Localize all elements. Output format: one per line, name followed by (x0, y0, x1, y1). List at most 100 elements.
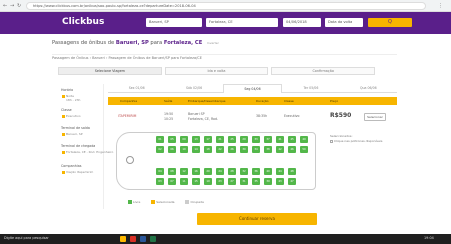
seat-button[interactable]: 14 (192, 146, 200, 153)
seat-button[interactable]: 50 (300, 146, 308, 153)
seat-button[interactable]: 42 (276, 146, 284, 153)
seat-button[interactable]: 27 (228, 178, 236, 185)
search-button[interactable]: Q (368, 18, 412, 27)
address-bar[interactable]: https://www.clickbus.com.br/onibus/sao-p… (26, 2, 426, 10)
seat-button[interactable]: 16 (192, 168, 200, 175)
back-arrow-icon[interactable]: ← (3, 3, 7, 9)
selection-hint: Clique nas poltronas disponíveis (330, 139, 382, 144)
seat-button[interactable]: 03 (156, 178, 164, 185)
step-round-trip[interactable]: Ida e volta (164, 67, 269, 75)
seat-button[interactable]: 17 (204, 136, 212, 143)
seat-button[interactable]: 06 (168, 146, 176, 153)
date-tab[interactable]: Sáb 02/06 (165, 84, 223, 93)
seat-button[interactable]: 09 (180, 136, 188, 143)
seat-button[interactable]: 35 (252, 178, 260, 185)
clickbus-logo[interactable]: Clickbus (62, 17, 104, 28)
seat-button[interactable]: 33 (252, 136, 260, 143)
browser-toolbar: ← → ↻ https://www.clickbus.com.br/onibus… (0, 0, 451, 12)
trip-result-row[interactable]: ITAPEMIRIM 19:50 10:25 Barueri SP Fortal… (108, 110, 397, 128)
column-header[interactable]: Classe (284, 97, 294, 105)
continue-booking-button[interactable]: Continuar reserva (197, 213, 317, 225)
select-trip-button[interactable]: Selecionar (364, 113, 386, 121)
seat-button[interactable]: 04 (156, 168, 164, 175)
departure-date-input[interactable]: 04/06/2018 (283, 18, 321, 27)
seat-button[interactable]: 40 (264, 168, 272, 175)
seat-button[interactable]: 15 (192, 178, 200, 185)
seat-button[interactable]: 36 (252, 168, 260, 175)
seat-button[interactable]: 23 (216, 178, 224, 185)
more-vert-icon[interactable]: ⋮ (438, 3, 443, 9)
seat-button[interactable]: 44 (276, 168, 284, 175)
origin-input[interactable]: Barueri, SP (146, 18, 202, 27)
seat-button[interactable]: 41 (276, 136, 284, 143)
column-header[interactable]: Companhia (120, 97, 137, 105)
forward-arrow-icon[interactable]: → (10, 3, 14, 9)
seat-button[interactable]: 30 (240, 146, 248, 153)
seat-button[interactable]: 08 (168, 168, 176, 175)
chrome-icon[interactable] (130, 236, 136, 242)
seat-button[interactable]: 46 (288, 146, 296, 153)
column-header[interactable]: Duração (256, 97, 269, 105)
breadcrumb[interactable]: Passagem de Ônibus › Barueri › Passagem … (52, 56, 202, 60)
seat-button[interactable]: 31 (240, 178, 248, 185)
seat-button[interactable]: 37 (264, 136, 272, 143)
column-header[interactable]: Embarque/Desembarque (188, 97, 225, 105)
folder-icon[interactable] (120, 236, 126, 242)
word-icon[interactable] (140, 236, 146, 242)
filter-option-itapemirim[interactable]: Viação Itapemirim (62, 170, 93, 174)
seat-button[interactable]: 39 (264, 178, 272, 185)
date-tab[interactable]: Sex 01/06 (108, 84, 166, 93)
seat-button[interactable]: 29 (240, 136, 248, 143)
seat-button[interactable]: 02 (156, 146, 164, 153)
excel-icon[interactable] (150, 236, 156, 242)
trip-price: R$590 (330, 112, 352, 119)
checkbox-icon[interactable] (330, 139, 333, 143)
checkbox-icon[interactable] (62, 114, 65, 118)
seat-button[interactable]: 45 (288, 136, 296, 143)
seat-button[interactable]: 34 (252, 146, 260, 153)
seat-button[interactable]: 20 (204, 168, 212, 175)
column-header[interactable]: Preço (330, 97, 338, 105)
seat-button[interactable]: 07 (168, 178, 176, 185)
checkbox-icon[interactable] (62, 150, 65, 154)
checkbox-icon[interactable] (62, 94, 65, 98)
date-tab-active[interactable]: Seg 04/06 (222, 84, 283, 93)
seat-button[interactable]: 43 (276, 178, 284, 185)
step-confirmation[interactable]: Confirmação (271, 67, 376, 75)
invert-route-link[interactable]: Inverter (207, 41, 219, 45)
seat-button[interactable]: 38 (264, 146, 272, 153)
checkbox-icon[interactable] (62, 132, 65, 136)
destination-input[interactable]: Fortaleza, CE (206, 18, 278, 27)
seat-button[interactable]: 05 (168, 136, 176, 143)
seat-button[interactable]: 22 (216, 146, 224, 153)
seat-button[interactable]: 24 (216, 168, 224, 175)
taskbar-search-text[interactable]: Digite aqui para pesquisar (4, 236, 49, 240)
seat-button[interactable]: 18 (204, 146, 212, 153)
checkbox-icon[interactable] (62, 170, 65, 174)
seat-button[interactable]: 11 (180, 178, 188, 185)
trip-class: Executivo (284, 114, 300, 118)
seat-button[interactable]: 28 (228, 168, 236, 175)
os-taskbar: Digite aqui para pesquisar 19:04 (0, 234, 451, 244)
filter-option-barueri[interactable]: Barueri, SP (62, 132, 83, 136)
seat-button[interactable]: 01 (156, 136, 164, 143)
filter-option-fortaleza[interactable]: Fortaleza, CE - Rod. Engenheiro (62, 150, 113, 154)
seat-button[interactable]: 12 (180, 168, 188, 175)
seat-button[interactable]: 26 (228, 146, 236, 153)
seat-button[interactable]: 13 (192, 136, 200, 143)
column-header[interactable]: Saída (164, 97, 172, 105)
seat-button[interactable]: 19 (204, 178, 212, 185)
seat-button[interactable]: 49 (300, 136, 308, 143)
seat-button[interactable]: 48 (288, 168, 296, 175)
seat-button[interactable]: 21 (216, 136, 224, 143)
filter-option-executivo[interactable]: Executivo (62, 114, 81, 118)
seat-button[interactable]: 32 (240, 168, 248, 175)
step-select-trip[interactable]: Selecione Viagem (58, 67, 162, 75)
seat-button[interactable]: 25 (228, 136, 236, 143)
reload-icon[interactable]: ↻ (17, 3, 21, 9)
date-tab[interactable]: Qua 06/06 (339, 84, 398, 93)
return-date-input[interactable]: Data da volta (325, 18, 363, 27)
seat-button[interactable]: 47 (288, 178, 296, 185)
date-tab[interactable]: Ter 05/06 (282, 84, 340, 93)
seat-button[interactable]: 10 (180, 146, 188, 153)
